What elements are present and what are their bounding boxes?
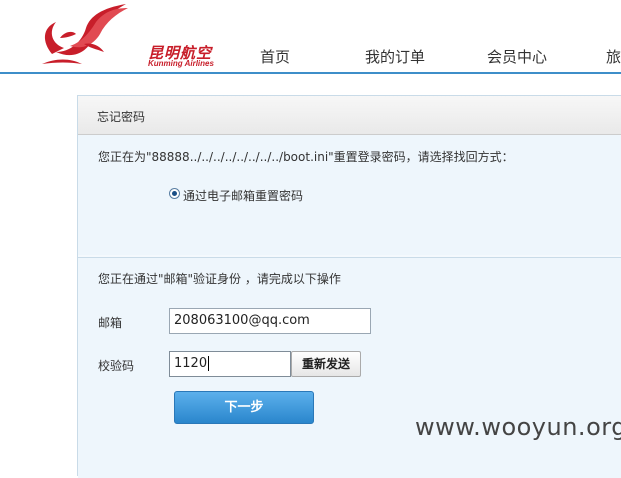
resend-button[interactable]: 重新发送 [291,351,361,377]
code-label: 校验码 [98,359,135,373]
nav-item-my-orders[interactable]: 我的订单 [365,46,425,67]
panel-title: 忘记密码 [97,110,146,124]
verify-prompt-text: 您正在通过"邮箱"验证身份 ，请完成以下操作 [98,272,341,286]
radio-selected-icon[interactable] [169,188,180,199]
nav-item-home[interactable]: 首页 [260,46,290,67]
verification-code-input[interactable]: 1120 [169,351,291,377]
email-field[interactable]: 208063100@qq.com [169,308,371,334]
text-caret [208,356,210,371]
main-nav: 首页 我的订单 会员中心 旅 [0,46,621,72]
next-step-button[interactable]: 下一步 [174,391,314,424]
verification-section: 您正在通过"邮箱"验证身份 ，请完成以下操作 邮箱 208063100@qq.c… [78,258,621,478]
header-divider [0,72,621,74]
nav-item-travel[interactable]: 旅 [606,46,621,67]
site-header: 昆明航空 Kunming Airlines 首页 我的订单 会员中心 旅 [0,0,621,75]
watermark-text: www.wooyun.org [415,413,621,441]
verification-code-value: 1120 [174,356,208,371]
reset-prompt-text: 您正在为"88888../../../../../../../../boot.i… [98,150,514,164]
email-field-value: 208063100@qq.com [174,313,310,328]
recovery-method-section: 您正在为"88888../../../../../../../../boot.i… [78,135,621,255]
email-reset-option-label[interactable]: 通过电子邮箱重置密码 [183,187,303,204]
email-label: 邮箱 [98,316,123,330]
panel-header: 忘记密码 [78,96,621,135]
nav-item-member-center[interactable]: 会员中心 [487,46,547,67]
